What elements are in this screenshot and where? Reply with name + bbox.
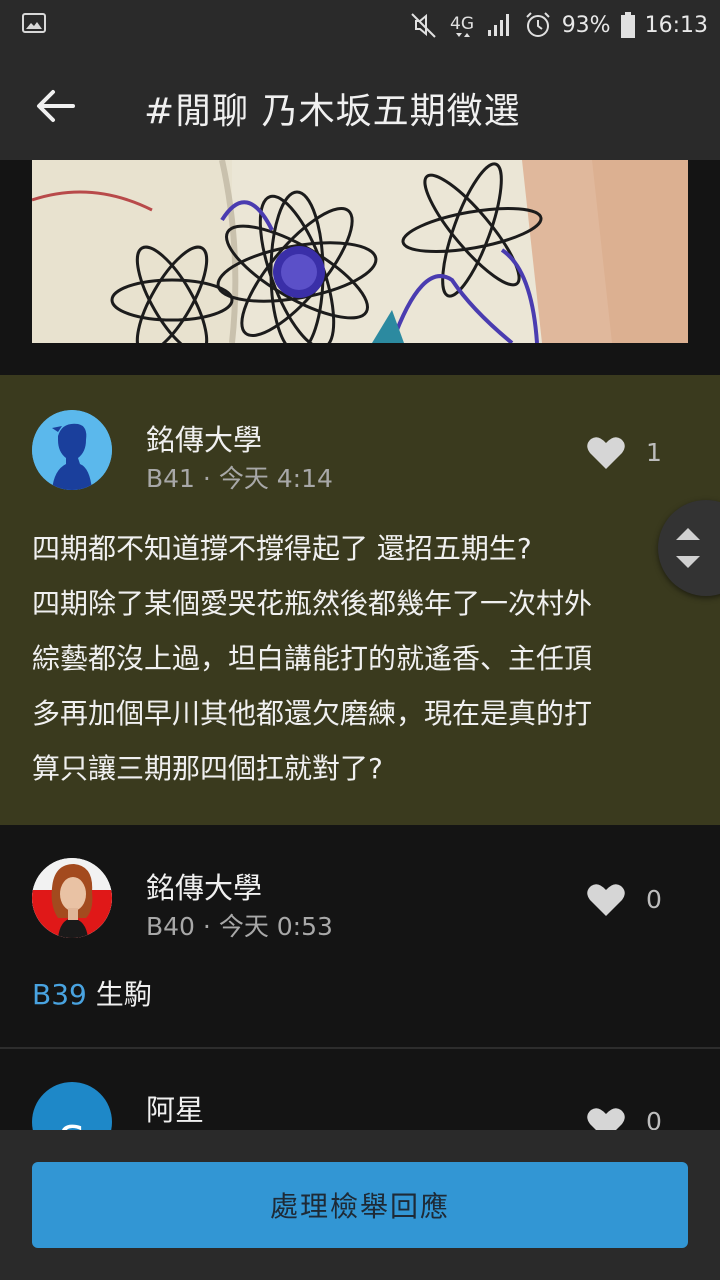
- clock: 16:13: [644, 12, 708, 38]
- back-button[interactable]: [30, 82, 80, 130]
- bottom-bar: 處理檢舉回應: [0, 1130, 720, 1280]
- comment-body: B39 生駒: [32, 967, 688, 1022]
- like-button[interactable]: [586, 435, 626, 471]
- avatar[interactable]: S: [32, 1082, 112, 1130]
- heart-icon: [587, 1108, 625, 1130]
- status-icons: 4G 93% 16:13: [408, 8, 708, 42]
- battery-icon: [620, 12, 635, 38]
- status-bar: 4G 93% 16:13: [0, 0, 720, 52]
- top-app-bar: #閒聊 乃木坂五期徵選: [0, 52, 720, 160]
- comment-line: 四期都不知道撐不撐得起了 還招五期生?: [32, 532, 532, 565]
- comment-time: 今天 4:14: [218, 464, 333, 493]
- portrait-avatar-icon: [32, 858, 112, 938]
- heart-icon: [587, 884, 625, 916]
- svg-text:4G: 4G: [450, 14, 474, 34]
- gallery-icon: [22, 13, 46, 33]
- heart-icon: [587, 437, 625, 469]
- comment-text: 生駒: [95, 978, 152, 1011]
- comment-author[interactable]: 銘傳大學: [146, 417, 262, 459]
- comment-author[interactable]: 銘傳大學: [146, 865, 262, 907]
- meta-separator: ·: [202, 912, 211, 941]
- page-title: #閒聊 乃木坂五期徵選: [144, 91, 521, 132]
- comment-item: 銘傳大學 B41 · 今天 4:14 1 四期都不知道撐不撐得起了 還招五期生?…: [0, 375, 720, 825]
- comment-line: 算只讓三期那四個扛就對了?: [32, 752, 383, 785]
- post-image[interactable]: [32, 160, 688, 343]
- comment-meta: B41 · 今天 4:14: [146, 459, 333, 495]
- avatar-letter: S: [59, 1117, 86, 1131]
- comment-floor: B41: [146, 464, 195, 493]
- scroll-up-down-icon: [676, 528, 700, 568]
- person-silhouette-icon: [32, 410, 112, 490]
- arrow-left-icon: [37, 90, 75, 122]
- like-count: 0: [646, 885, 662, 914]
- scroll-button[interactable]: [658, 500, 720, 596]
- comment-meta: B40 · 今天 0:53: [146, 907, 333, 943]
- like-button[interactable]: [586, 1106, 626, 1130]
- comment-floor: B40: [146, 912, 195, 941]
- comment-line: 四期除了某個愛哭花瓶然後都幾年了一次村外: [32, 587, 593, 620]
- like-count: 1: [646, 438, 662, 467]
- like-button[interactable]: [586, 882, 626, 918]
- avatar[interactable]: [32, 410, 112, 490]
- handle-report-button[interactable]: 處理檢舉回應: [32, 1162, 688, 1248]
- comment-line: 多再加個早川其他都還欠磨練，現在是真的打: [32, 697, 593, 730]
- mute-icon: [408, 10, 438, 40]
- signal-icon: [486, 12, 514, 38]
- comment-line: 綜藝都沒上過，坦白講能打的就遙香、主任頂: [32, 642, 593, 675]
- comment-item: S 阿星 0: [0, 1049, 720, 1130]
- reply-reference-link[interactable]: B39: [32, 978, 87, 1011]
- comment-body: 四期都不知道撐不撐得起了 還招五期生? 四期除了某個愛哭花瓶然後都幾年了一次村外…: [32, 521, 688, 796]
- comment-item: 銘傳大學 B40 · 今天 0:53 0 B39 生駒: [0, 825, 720, 1047]
- network-4g-icon: 4G: [448, 9, 476, 41]
- comment-author[interactable]: 阿星: [146, 1087, 204, 1129]
- meta-separator: ·: [202, 464, 211, 493]
- alarm-icon: [524, 11, 552, 39]
- post-image-area: [0, 160, 720, 375]
- like-count: 0: [646, 1107, 662, 1130]
- comment-time: 今天 0:53: [218, 912, 333, 941]
- avatar[interactable]: [32, 858, 112, 938]
- battery-percent: 93%: [561, 12, 611, 38]
